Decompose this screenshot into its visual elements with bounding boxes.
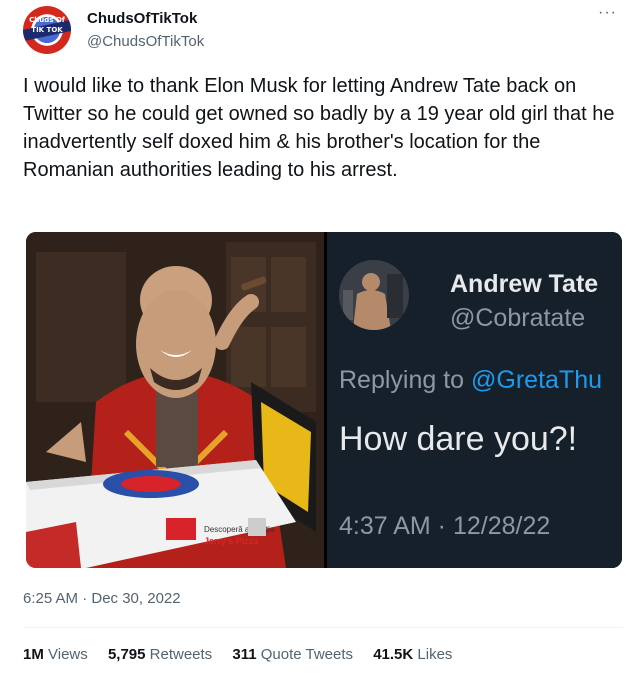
author-display-name[interactable]: ChudsOfTikTok [87,10,197,27]
retweets-label: Retweets [149,646,213,663]
tweet-text: I would like to thank Elon Musk for lett… [23,75,615,181]
likes-count: 41.5K [373,646,414,663]
embedded-author-name: Andrew Tate [450,270,599,298]
embedded-replying-line: Replying to @GretaThu [339,366,602,395]
author-avatar[interactable]: Chuds Of TIK TOK [23,6,71,54]
views-count: 1M [23,646,44,663]
views-stat[interactable]: 1M Views [23,646,88,663]
quote-tweets-stat[interactable]: 311 Quote Tweets [232,646,353,663]
tweet-media[interactable]: Descoperă aplicația Jerry's Pizza Andrew… [26,232,622,568]
embedded-tweet-screenshot[interactable]: Andrew Tate @Cobratate Replying to @Gret… [327,232,622,568]
avatar-text-top: Chuds Of [29,16,65,24]
likes-stat[interactable]: 41.5K Likes [373,646,452,663]
pizza-brand: Jerry's Pizza [204,536,259,546]
author-handle[interactable]: @ChudsOfTikTok [87,33,204,50]
retweets-stat[interactable]: 5,795 Retweets [108,646,212,663]
divider [23,627,623,628]
likes-label: Likes [417,646,453,663]
tweet-header: Chuds Of TIK TOK ChudsOfTikTok @ChudsOfT… [23,4,623,56]
more-options-icon[interactable]: ··· [598,4,617,22]
embedded-author-handle: @Cobratate [450,304,586,332]
quotes-count: 311 [232,646,257,663]
quotes-label: Quote Tweets [260,646,354,663]
embedded-tweet-text: How dare you?! [339,420,578,458]
retweets-count: 5,795 [107,646,146,663]
embedded-avatar [339,260,409,330]
embedded-avatar-image [339,260,409,330]
embedded-tweet-timestamp: 4:37 AM · 12/28/22 [339,512,551,540]
replying-prefix: Replying to [339,366,472,394]
views-label: Views [48,646,88,663]
avatar-text-bottom: TIK TOK [31,26,63,34]
media-photo-left[interactable]: Descoperă aplicația Jerry's Pizza [26,232,324,568]
photo-illustration: Descoperă aplicația Jerry's Pizza [26,232,324,568]
replying-mention: @GretaThu [471,366,603,394]
tweet-timestamp[interactable]: 6:25 AM · Dec 30, 2022 [23,590,181,607]
tweet-stats: 1M Views 5,795 Retweets 311 Quote Tweets… [23,646,468,663]
